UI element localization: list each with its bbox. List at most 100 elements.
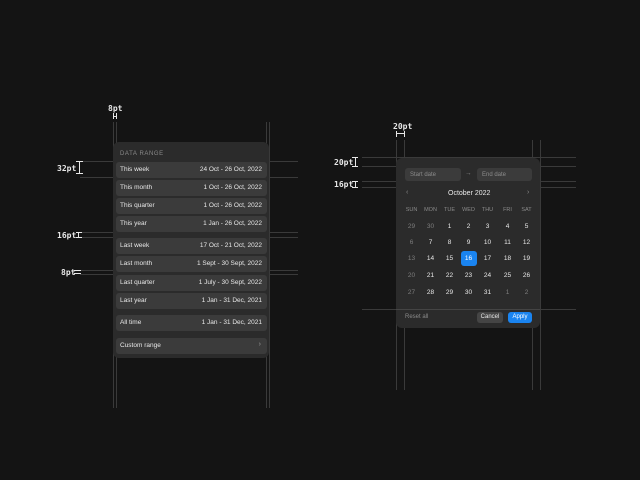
- range-option-last-quarter[interactable]: Last quarter 1 July - 30 Sept, 2022: [116, 275, 267, 291]
- calendar-day[interactable]: 22: [442, 268, 458, 283]
- weekday-label: SUN: [405, 207, 418, 213]
- spacing-marker: [78, 232, 79, 238]
- option-label: Last quarter: [120, 279, 155, 286]
- calendar-day[interactable]: 14: [423, 251, 439, 266]
- spacing-marker: [113, 116, 117, 117]
- reset-all-button[interactable]: Reset all: [405, 314, 428, 320]
- weekday-label: MON: [424, 207, 437, 213]
- range-option-all-time[interactable]: All time 1 Jan - 31 Dec, 2021: [116, 315, 267, 331]
- calendar-day[interactable]: 29: [404, 219, 420, 234]
- calendar-day[interactable]: 23: [461, 268, 477, 283]
- range-option-last-week[interactable]: Last week 17 Oct - 21 Oct, 2022: [116, 238, 267, 254]
- chevron-left-icon[interactable]: ‹: [406, 189, 408, 196]
- start-date-input[interactable]: Start date: [405, 168, 461, 181]
- range-option-this-month[interactable]: This month 1 Oct - 26 Oct, 2022: [116, 180, 267, 196]
- weekday-label: TUE: [444, 207, 455, 213]
- spacing-marker: [76, 161, 83, 162]
- range-option-last-month[interactable]: Last month 1 Sept - 30 Sept, 2022: [116, 256, 267, 272]
- end-date-placeholder: End date: [482, 171, 507, 178]
- calendar-day[interactable]: 31: [480, 285, 496, 300]
- range-option-last-year[interactable]: Last year 1 Jan - 31 Dec, 2021: [116, 293, 267, 309]
- chevron-right-icon: ›: [258, 341, 261, 348]
- calendar-day[interactable]: 24: [480, 268, 496, 283]
- end-date-input[interactable]: End date: [477, 168, 532, 181]
- spacing-marker: [76, 173, 83, 174]
- option-label: This year: [120, 220, 147, 227]
- spacing-marker: [352, 166, 358, 167]
- spacing-marker: [352, 157, 358, 158]
- calendar-day[interactable]: 10: [480, 235, 496, 250]
- calendar-day[interactable]: 15: [442, 251, 458, 266]
- range-option-this-year[interactable]: This year 1 Jan - 26 Oct, 2022: [116, 216, 267, 232]
- calendar-day[interactable]: 1: [500, 285, 516, 300]
- calendar-day[interactable]: 2: [519, 285, 535, 300]
- calendar-day[interactable]: 8: [442, 235, 458, 250]
- range-option-this-week[interactable]: This week 24 Oct - 26 Oct, 2022: [116, 162, 267, 178]
- month-title: October 2022: [448, 190, 491, 197]
- chevron-right-icon[interactable]: ›: [527, 189, 529, 196]
- calendar-day[interactable]: 30: [423, 219, 439, 234]
- option-label: Last week: [120, 242, 150, 249]
- start-date-placeholder: Start date: [410, 171, 437, 178]
- footer-divider: [396, 309, 540, 310]
- weekday-label: FRI: [503, 207, 512, 213]
- option-label: Last month: [120, 260, 153, 267]
- calendar-day[interactable]: 13: [404, 251, 420, 266]
- weekday-label: THU: [481, 207, 494, 213]
- spacing-marker: [76, 232, 82, 233]
- calendar-day[interactable]: 12: [519, 235, 535, 250]
- spacing-label: 20pt: [393, 122, 413, 131]
- calendar-day[interactable]: 28: [423, 285, 439, 300]
- apply-button[interactable]: Apply: [508, 312, 532, 323]
- spacing-marker: [404, 131, 405, 137]
- calendar-day[interactable]: 20: [404, 268, 420, 283]
- spacing-marker: [352, 187, 358, 188]
- calendar-day[interactable]: 21: [423, 268, 439, 283]
- spacing-marker: [355, 157, 356, 166]
- option-value: 1 July - 30 Sept, 2022: [198, 279, 262, 286]
- calendar-day[interactable]: 7: [423, 235, 439, 250]
- spacing-marker: [74, 273, 81, 274]
- guide-line: [540, 140, 541, 390]
- calendar-day[interactable]: 6: [404, 235, 420, 250]
- calendar-day[interactable]: 16: [460, 251, 477, 266]
- custom-range-button[interactable]: Custom range ›: [116, 338, 267, 354]
- spacing-label: 8pt: [108, 104, 123, 113]
- calendar-day[interactable]: 30: [461, 285, 477, 300]
- option-value: 1 Oct - 26 Oct, 2022: [203, 202, 262, 209]
- cancel-button[interactable]: Cancel: [477, 312, 503, 323]
- calendar-day[interactable]: 29: [442, 285, 458, 300]
- option-label: Last year: [120, 297, 147, 304]
- calendar-day[interactable]: 5: [519, 219, 535, 234]
- calendar-day[interactable]: 2: [461, 219, 477, 234]
- spacing-marker: [396, 133, 405, 134]
- calendar-day[interactable]: 27: [404, 285, 420, 300]
- spacing-label: 16pt: [57, 231, 77, 240]
- calendar-day[interactable]: 25: [500, 268, 516, 283]
- calendar-day[interactable]: 9: [461, 235, 477, 250]
- option-value: 24 Oct - 26 Oct, 2022: [199, 166, 262, 173]
- option-value: 1 Jan - 31 Dec, 2021: [201, 297, 262, 304]
- option-value: 1 Sept - 30 Sept, 2022: [196, 260, 262, 267]
- calendar-day[interactable]: 3: [480, 219, 496, 234]
- guide-line: [269, 122, 270, 408]
- spacing-marker: [396, 131, 397, 137]
- option-label: All time: [120, 319, 142, 326]
- calendar-day[interactable]: 1: [442, 219, 458, 234]
- calendar-day[interactable]: 17: [480, 251, 496, 266]
- spacing-marker: [352, 181, 358, 182]
- calendar-day[interactable]: 19: [519, 251, 535, 266]
- option-label: This month: [120, 184, 153, 191]
- calendar-day[interactable]: 26: [519, 268, 535, 283]
- calendar-day[interactable]: 11: [500, 235, 516, 250]
- option-value: 1 Oct - 26 Oct, 2022: [203, 184, 262, 191]
- option-value: 1 Jan - 26 Oct, 2022: [203, 220, 262, 227]
- calendar-day[interactable]: 4: [500, 219, 516, 234]
- spacing-label: 32pt: [57, 164, 77, 173]
- option-label: This quarter: [120, 202, 155, 209]
- option-value: 1 Jan - 31 Dec, 2021: [201, 319, 262, 326]
- range-option-this-quarter[interactable]: This quarter 1 Oct - 26 Oct, 2022: [116, 198, 267, 214]
- option-label: This week: [120, 166, 150, 173]
- spacing-marker: [74, 270, 81, 271]
- calendar-day[interactable]: 18: [500, 251, 516, 266]
